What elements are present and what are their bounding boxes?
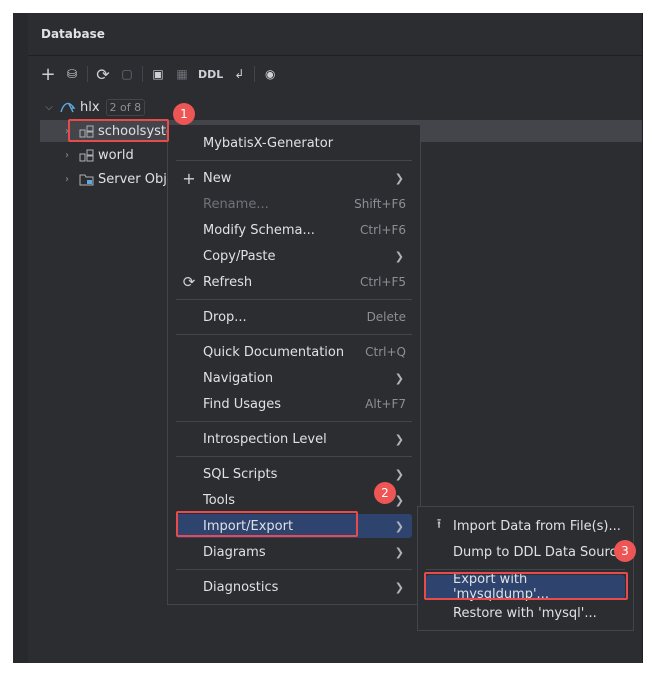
tree-item-label: Server Obje xyxy=(98,171,175,187)
tree-item-world[interactable]: › world xyxy=(60,144,134,166)
chevron-right-icon: ❯ xyxy=(394,519,404,533)
chevron-right-icon: ❯ xyxy=(394,171,404,185)
chevron-down-icon[interactable]: ⌵ xyxy=(42,102,56,113)
chevron-right-icon: ❯ xyxy=(394,493,404,507)
chevron-right-icon[interactable]: › xyxy=(60,150,74,161)
jump-to-query-console-icon[interactable]: ▢ xyxy=(115,62,139,86)
menu-item-label: Restore with 'mysql'... xyxy=(453,605,597,621)
menu-item-label: Find Usages xyxy=(203,396,282,412)
open-console-icon[interactable]: ▣ xyxy=(146,62,170,86)
view-options-icon[interactable]: ◉ xyxy=(258,62,282,86)
callout-badge-3: 3 xyxy=(614,540,636,562)
datasource-label: hlx xyxy=(80,99,100,115)
menu-item-label: Diagrams xyxy=(203,544,266,560)
chevron-right-icon: ❯ xyxy=(394,545,404,559)
toolbar-separator xyxy=(254,66,256,82)
callout-badge-2: 2 xyxy=(374,482,396,504)
callout-badge-1: 1 xyxy=(173,103,195,125)
table-editor-icon[interactable]: ▦ xyxy=(170,62,194,86)
chevron-right-icon: ❯ xyxy=(394,467,404,481)
menu-item-label: Modify Schema... xyxy=(203,222,315,238)
menu-item-find-usages[interactable]: Find Usages Alt+F7 xyxy=(176,392,412,416)
chevron-right-icon[interactable]: › xyxy=(60,174,74,185)
folder-icon xyxy=(77,173,95,186)
chevron-right-icon: ❯ xyxy=(394,432,404,446)
menu-item-label: MybatisX-Generator xyxy=(203,135,334,151)
menu-item-label: New xyxy=(203,170,232,186)
plus-icon: + xyxy=(182,168,196,188)
title-divider xyxy=(28,55,642,56)
menu-item-introspection-level[interactable]: Introspection Level ❯ xyxy=(176,427,412,451)
menu-item-label: Introspection Level xyxy=(203,431,327,447)
tool-window-strip xyxy=(13,13,28,663)
menu-item-sql-scripts[interactable]: SQL Scripts ❯ xyxy=(176,462,412,486)
tree-item-label: world xyxy=(98,147,134,163)
menu-item-label: Import Data from File(s)... xyxy=(453,518,621,534)
toolbar-separator xyxy=(142,66,143,82)
panel-title: Database xyxy=(41,27,105,41)
menu-item-navigation[interactable]: Navigation ❯ xyxy=(176,366,412,390)
menu-separator xyxy=(176,421,412,422)
menu-item-refresh[interactable]: ⟳ Refresh Ctrl+F5 xyxy=(176,270,412,294)
menu-item-new[interactable]: + New ❯ xyxy=(176,166,412,190)
schema-icon xyxy=(77,149,95,162)
menu-item-diagrams[interactable]: Diagrams ❯ xyxy=(176,540,412,564)
schema-counter-badge: 2 of 8 xyxy=(105,98,146,116)
tree-root-hlx[interactable]: ⌵ hlx 2 of 8 xyxy=(42,96,146,118)
menu-separator xyxy=(176,160,412,161)
menu-item-shortcut: Alt+F7 xyxy=(365,397,406,411)
annotation-box-schema xyxy=(68,119,169,142)
menu-item-label: Tools xyxy=(203,492,236,508)
menu-separator xyxy=(176,334,412,335)
menu-item-copy-paste[interactable]: Copy/Paste ❯ xyxy=(176,244,412,268)
menu-item-modify-schema[interactable]: Modify Schema... Ctrl+F6 xyxy=(176,218,412,242)
refresh-icon: ⟳ xyxy=(182,273,196,291)
menu-item-label: Rename... xyxy=(203,196,269,212)
submenu-item-restore-mysql[interactable]: Restore with 'mysql'... xyxy=(426,601,625,625)
add-icon[interactable]: + xyxy=(36,62,60,86)
menu-item-diagnostics[interactable]: Diagnostics ❯ xyxy=(176,575,412,599)
menu-item-shortcut: Delete xyxy=(366,310,406,324)
menu-item-drop[interactable]: Drop... Delete xyxy=(176,305,412,329)
menu-item-label: Diagnostics xyxy=(203,579,279,595)
menu-item-label: Copy/Paste xyxy=(203,248,276,264)
menu-item-label: Navigation xyxy=(203,370,274,386)
chevron-right-icon: ❯ xyxy=(394,580,404,594)
menu-separator xyxy=(176,569,412,570)
upload-icon: ⭱ xyxy=(436,517,442,532)
ddl-button[interactable]: DDL xyxy=(194,62,227,86)
menu-item-label: Drop... xyxy=(203,309,247,325)
menu-separator xyxy=(426,569,625,570)
chevron-right-icon: ❯ xyxy=(394,371,404,385)
menu-item-mybatisx-generator[interactable]: MybatisX-Generator xyxy=(176,131,412,155)
menu-item-label: Dump to DDL Data Source xyxy=(453,544,625,560)
menu-item-shortcut: Shift+F6 xyxy=(354,197,406,211)
refresh-icon[interactable]: ⟳ xyxy=(91,62,115,86)
menu-item-shortcut: Ctrl+F6 xyxy=(360,223,406,237)
chevron-right-icon: ❯ xyxy=(394,249,404,263)
annotation-box-export-mysqldump xyxy=(424,572,628,600)
mysql-datasource-icon xyxy=(59,100,77,114)
menu-item-shortcut: Ctrl+F5 xyxy=(360,275,406,289)
submenu-item-dump-to-ddl[interactable]: Dump to DDL Data Source xyxy=(426,540,625,564)
menu-item-label: Quick Documentation xyxy=(203,344,345,360)
jump-to-source-icon[interactable]: ↲ xyxy=(227,62,251,86)
submenu-item-import-data[interactable]: ⭱ Import Data from File(s)... xyxy=(426,514,625,538)
menu-separator xyxy=(176,299,412,300)
datasource-properties-icon[interactable]: ⛁ xyxy=(60,62,84,86)
menu-item-quick-documentation[interactable]: Quick Documentation Ctrl+Q xyxy=(176,340,412,364)
annotation-box-import-export xyxy=(176,511,358,537)
import-export-submenu: ⭱ Import Data from File(s)... Dump to DD… xyxy=(417,506,634,631)
menu-separator xyxy=(176,456,412,457)
tree-item-server-objects[interactable]: › Server Obje xyxy=(60,168,175,190)
menu-item-label: Refresh xyxy=(203,274,253,290)
toolbar: + ⛁ ⟳ ▢ ▣ ▦ DDL ↲ ◉ xyxy=(36,62,282,86)
toolbar-separator xyxy=(87,66,88,82)
menu-item-shortcut: Ctrl+Q xyxy=(365,345,406,359)
menu-item-rename[interactable]: Rename... Shift+F6 xyxy=(176,192,412,216)
menu-item-label: SQL Scripts xyxy=(203,466,278,482)
